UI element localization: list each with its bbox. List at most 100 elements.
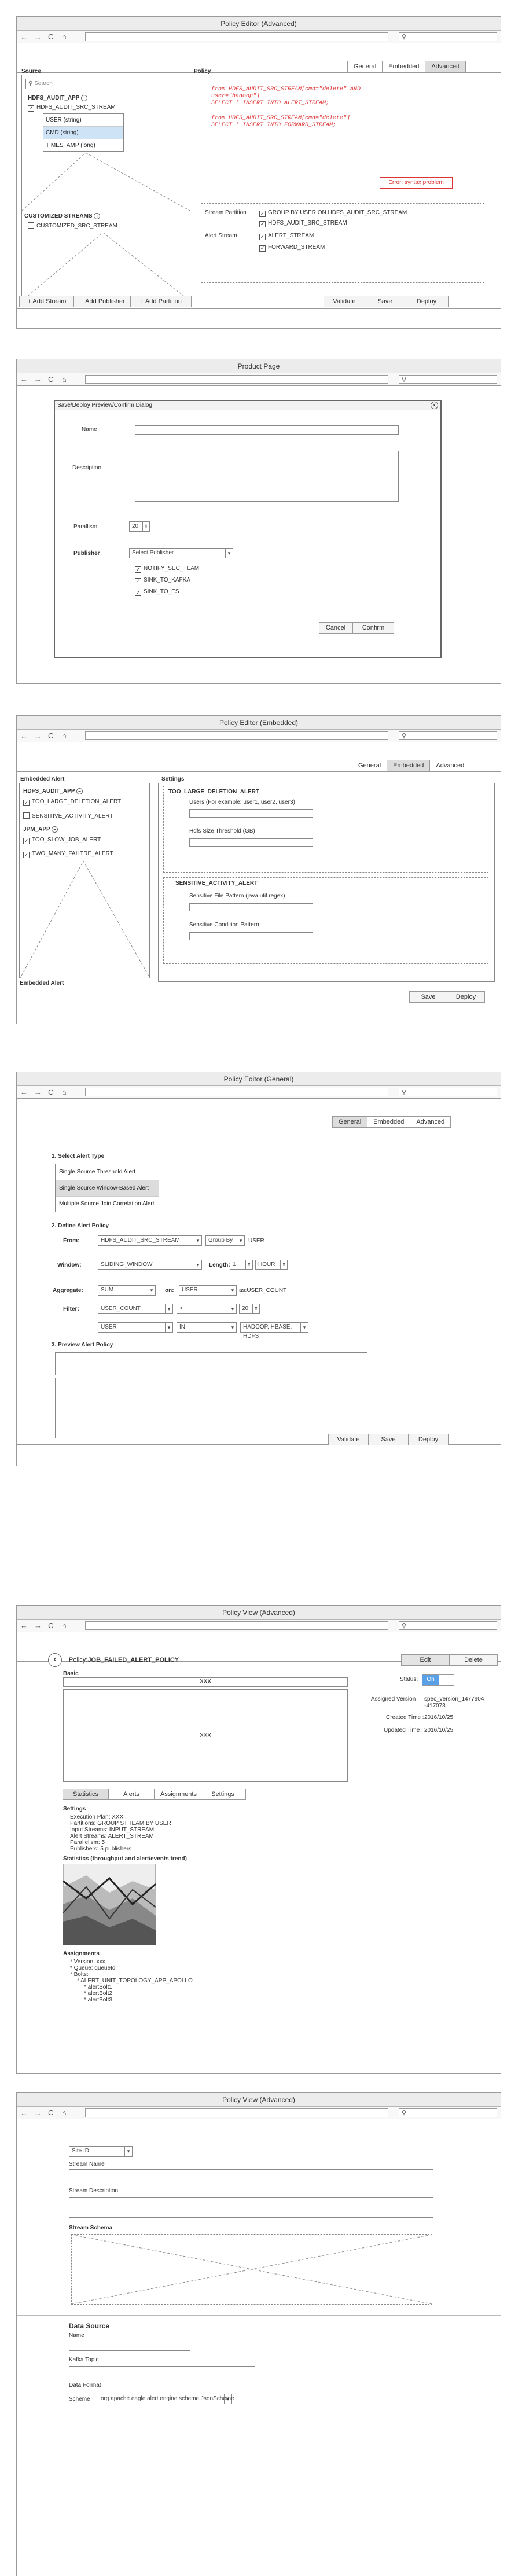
filter-value-select[interactable]: HADOOP, HBASE, HDFS — [240, 1322, 308, 1339]
back-icon[interactable]: ← — [20, 2108, 28, 2117]
window-select[interactable]: SLIDING_WINDOW — [98, 1260, 202, 1270]
tab-advanced[interactable]: Advanced — [429, 760, 471, 771]
back-icon[interactable]: ← — [20, 731, 28, 740]
tab-embedded[interactable]: Embedded — [382, 61, 426, 72]
scheme-select[interactable]: org.apache.eagle.alert.engine.scheme.Jso… — [98, 2394, 234, 2404]
close-icon[interactable]: ✕ — [431, 402, 438, 409]
publisher-select[interactable]: Select Publisher — [129, 548, 233, 558]
address-bar[interactable] — [85, 1088, 388, 1096]
parallism-stepper[interactable]: 20 ⇕ — [129, 521, 150, 532]
filter-op-select[interactable]: IN — [177, 1322, 237, 1333]
tab-general[interactable]: General — [352, 760, 388, 771]
home-icon[interactable]: ⌂ — [62, 375, 67, 384]
add-partition-button[interactable]: + Add Partition — [130, 296, 192, 307]
edit-button[interactable]: Edit — [401, 1654, 450, 1666]
from-select[interactable]: HDFS_AUDIT_SRC_STREAM — [98, 1235, 202, 1246]
save-button[interactable]: Save — [368, 1434, 409, 1445]
tab-alerts[interactable]: Alerts — [108, 1789, 155, 1800]
address-bar[interactable] — [85, 375, 388, 384]
unit-stepper[interactable]: HOUR ⇕ — [255, 1260, 288, 1270]
forward-icon[interactable]: → — [34, 32, 42, 41]
forward-icon[interactable]: → — [34, 375, 42, 384]
cancel-button[interactable]: Cancel — [319, 622, 352, 634]
tab-statistics[interactable]: Statistics — [63, 1789, 109, 1800]
deploy-button[interactable]: Deploy — [447, 991, 485, 1003]
publisher-item[interactable]: ✓ SINK_TO_ES — [135, 588, 179, 596]
name-input[interactable] — [135, 425, 399, 435]
ds-name-input[interactable] — [69, 2342, 190, 2351]
home-icon[interactable]: ⌂ — [62, 1621, 67, 1630]
back-icon[interactable]: ← — [20, 375, 28, 384]
tab-embedded[interactable]: Embedded — [367, 1116, 411, 1128]
stream-name-input[interactable] — [69, 2169, 433, 2178]
back-icon[interactable]: ← — [20, 1088, 28, 1096]
forward-icon[interactable]: → — [34, 1088, 42, 1096]
reload-icon[interactable]: C — [48, 375, 53, 384]
alert-type-item[interactable]: Single Source Threshold Alert — [56, 1164, 159, 1180]
field-item[interactable]: TIMESTAMP (long) — [43, 139, 123, 152]
deploy-button[interactable]: Deploy — [405, 296, 449, 307]
source-search-input[interactable]: ⚲ Search — [25, 79, 185, 89]
tab-advanced[interactable]: Advanced — [425, 61, 466, 72]
browser-search[interactable]: ⚲ — [399, 375, 497, 384]
filter-value-stepper[interactable]: 20 ⇕ — [239, 1304, 260, 1314]
address-bar[interactable] — [85, 2108, 388, 2117]
reload-icon[interactable]: C — [48, 731, 53, 740]
alert-item[interactable]: SENSITIVE_ACTIVITY_ALERT — [23, 812, 113, 819]
deploy-button[interactable]: Deploy — [408, 1434, 449, 1445]
browser-search[interactable]: ⚲ — [399, 32, 497, 41]
publisher-item[interactable]: ✓ NOTIFY_SEC_TEAM — [135, 565, 199, 573]
reload-icon[interactable]: C — [48, 32, 53, 41]
browser-search[interactable]: ⚲ — [399, 731, 497, 740]
back-icon[interactable]: ← — [20, 32, 28, 41]
site-select[interactable]: Site ID — [69, 2146, 133, 2157]
address-bar[interactable] — [85, 1621, 388, 1630]
alert-stream-item[interactable]: ✓ FORWARD_STREAM — [259, 244, 325, 252]
back-icon[interactable]: ← — [20, 1621, 28, 1630]
forward-icon[interactable]: → — [34, 731, 42, 740]
length-stepper[interactable]: 1 ⇕ — [230, 1260, 253, 1270]
aggregate-fn-select[interactable]: SUM — [98, 1285, 156, 1296]
aggregate-field-select[interactable]: USER — [179, 1285, 237, 1296]
validate-button[interactable]: Validate — [324, 296, 365, 307]
forward-icon[interactable]: → — [34, 2108, 42, 2117]
tab-general[interactable]: General — [332, 1116, 368, 1128]
users-input[interactable] — [189, 809, 313, 818]
browser-search[interactable]: ⚲ — [399, 1088, 497, 1096]
alert-item[interactable]: ✓ TWO_MANY_FAILTRE_ALERT — [23, 851, 113, 858]
validate-button[interactable]: Validate — [328, 1434, 369, 1445]
field-item[interactable]: USER (string) — [43, 114, 123, 127]
home-icon[interactable]: ⌂ — [62, 731, 67, 740]
field-item-selected[interactable]: CMD (string) — [43, 127, 123, 139]
alert-stream-item[interactable]: ✓ ALERT_STREAM — [259, 233, 314, 240]
browser-search[interactable]: ⚲ — [399, 1621, 497, 1630]
custom-stream-item[interactable]: CUSTOMIZED_SRC_STREAM — [28, 222, 117, 229]
address-bar[interactable] — [85, 32, 388, 41]
filter-op-select[interactable]: > — [177, 1304, 237, 1314]
delete-button[interactable]: Delete — [449, 1654, 498, 1666]
filter-field-select[interactable]: USER_COUNT — [98, 1304, 173, 1314]
stream-item[interactable]: ✓ HDFS_AUDIT_SRC_STREAM — [28, 104, 116, 112]
add-publisher-button[interactable]: + Add Publisher — [73, 296, 131, 307]
save-button[interactable]: Save — [365, 296, 405, 307]
address-bar[interactable] — [85, 731, 388, 740]
tab-assignments[interactable]: Assignments — [154, 1789, 200, 1800]
confirm-button[interactable]: Confirm — [352, 622, 394, 634]
tab-advanced[interactable]: Advanced — [410, 1116, 451, 1128]
alert-type-item[interactable]: Multiple Source Join Correlation Alert — [56, 1197, 159, 1212]
status-toggle[interactable]: On — [422, 1674, 454, 1686]
alert-type-item-selected[interactable]: Single Source Window-Based Alert — [56, 1180, 159, 1197]
add-stream-button[interactable]: + Add Stream — [19, 296, 75, 307]
home-icon[interactable]: ⌂ — [62, 1088, 67, 1096]
publisher-item[interactable]: ✓ SINK_TO_KAFKA — [135, 577, 190, 584]
stream-desc-textarea[interactable] — [69, 2197, 433, 2218]
partition-item[interactable]: ✓ HDFS_AUDIT_SRC_STREAM — [259, 220, 347, 227]
pattern-input[interactable] — [189, 903, 313, 911]
reload-icon[interactable]: C — [48, 2108, 53, 2117]
alert-item[interactable]: ✓ TOO_LARGE_DELETION_ALERT — [23, 798, 121, 806]
kafka-input[interactable] — [69, 2366, 255, 2375]
tab-general[interactable]: General — [347, 61, 383, 72]
threshold-input[interactable] — [189, 838, 313, 847]
partition-item[interactable]: ✓ GROUP BY USER ON HDFS_AUDIT_SRC_STREAM — [259, 209, 407, 217]
groupby-select[interactable]: Group By — [205, 1235, 245, 1246]
